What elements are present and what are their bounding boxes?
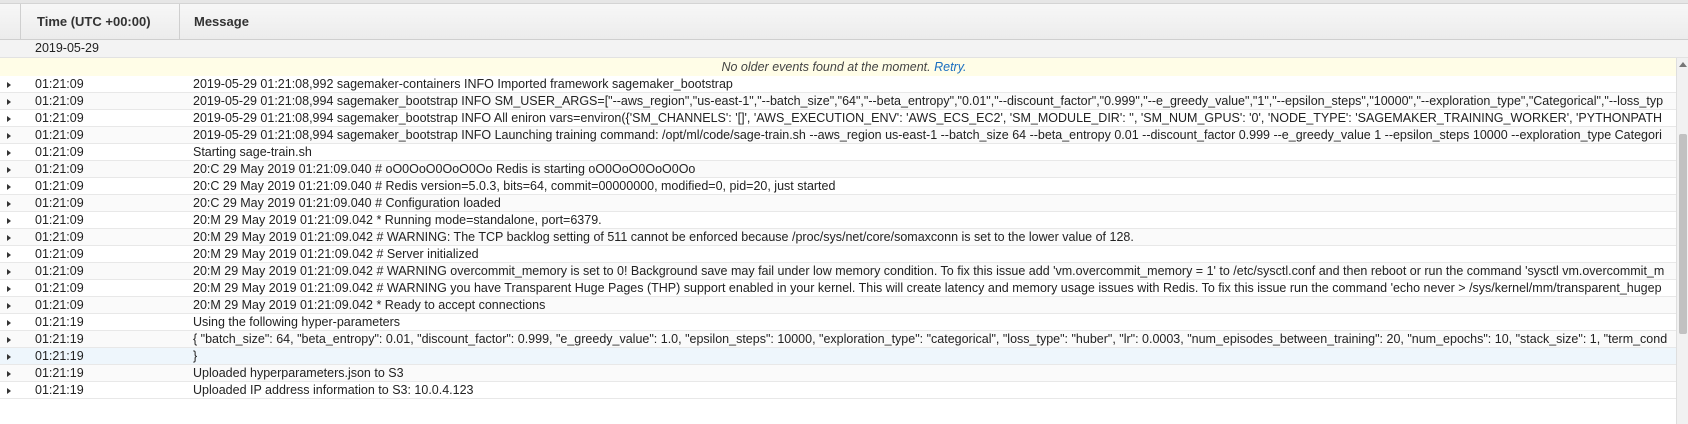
expand-caret-icon[interactable]: [7, 371, 11, 377]
log-event-list: 01:21:09 2019-05-29 01:21:08,992 sagemake…: [0, 76, 1676, 424]
event-time: 01:21:09: [35, 145, 84, 159]
event-message: Uploaded IP address information to S3: 1…: [193, 383, 474, 397]
expand-caret-icon[interactable]: [7, 99, 11, 105]
log-event-row[interactable]: 01:21:09 20:C 29 May 2019 01:21:09.040 # …: [0, 178, 1676, 195]
expand-caret-icon[interactable]: [7, 303, 11, 309]
scroll-up-arrow-icon[interactable]: [1679, 62, 1687, 67]
event-time: 01:21:09: [35, 196, 84, 210]
event-time: 01:21:19: [35, 366, 84, 380]
event-time: 01:21:09: [35, 77, 84, 91]
event-time: 01:21:09: [35, 179, 84, 193]
log-event-row[interactable]: 01:21:09 20:M 29 May 2019 01:21:09.042 * …: [0, 297, 1676, 314]
log-event-row[interactable]: 01:21:19 { "batch_size": 64, "beta_entrop…: [0, 331, 1676, 348]
event-time: 01:21:09: [35, 298, 84, 312]
expand-caret-icon[interactable]: [7, 133, 11, 139]
event-time: 01:21:19: [35, 315, 84, 329]
expand-caret-icon[interactable]: [7, 167, 11, 173]
event-time: 01:21:09: [35, 111, 84, 125]
notice-text: No older events found at the moment.: [721, 60, 931, 74]
event-time: 01:21:09: [35, 94, 84, 108]
event-time: 01:21:09: [35, 247, 84, 261]
log-event-row[interactable]: 01:21:09 Starting sage-train.sh: [0, 144, 1676, 161]
expand-caret-icon[interactable]: [7, 201, 11, 207]
log-event-row[interactable]: 01:21:09 20:M 29 May 2019 01:21:09.042 # …: [0, 246, 1676, 263]
table-header: Time (UTC +00:00) Message: [0, 4, 1688, 40]
expand-caret-icon[interactable]: [7, 252, 11, 258]
event-message: 20:C 29 May 2019 01:21:09.040 # oO0OoO0O…: [193, 162, 696, 176]
event-time: 01:21:09: [35, 264, 84, 278]
log-event-row[interactable]: 01:21:09 2019-05-29 01:21:08,994 sagemake…: [0, 110, 1676, 127]
log-event-row[interactable]: 01:21:09 20:M 29 May 2019 01:21:09.042 # …: [0, 229, 1676, 246]
event-message: 20:C 29 May 2019 01:21:09.040 # Redis ve…: [193, 179, 836, 193]
event-time: 01:21:09: [35, 213, 84, 227]
log-event-row[interactable]: 01:21:09 20:M 29 May 2019 01:21:09.042 * …: [0, 212, 1676, 229]
expand-caret-icon[interactable]: [7, 320, 11, 326]
event-message: 2019-05-29 01:21:08,994 sagemaker_bootst…: [193, 111, 1662, 125]
event-message: 20:C 29 May 2019 01:21:09.040 # Configur…: [193, 196, 501, 210]
log-event-row[interactable]: 01:21:09 20:C 29 May 2019 01:21:09.040 # …: [0, 161, 1676, 178]
event-time: 01:21:19: [35, 332, 84, 346]
column-divider[interactable]: [20, 4, 21, 39]
retry-link[interactable]: Retry.: [934, 60, 966, 74]
log-event-row[interactable]: 01:21:09 20:M 29 May 2019 01:21:09.042 # …: [0, 263, 1676, 280]
expand-caret-icon[interactable]: [7, 235, 11, 241]
expand-caret-icon[interactable]: [7, 269, 11, 275]
vertical-scrollbar[interactable]: [1676, 58, 1688, 424]
expand-caret-icon[interactable]: [7, 218, 11, 224]
event-message: 20:M 29 May 2019 01:21:09.042 * Running …: [193, 213, 602, 227]
expand-caret-icon[interactable]: [7, 337, 11, 343]
date-group-row: 2019-05-29: [0, 40, 1688, 58]
event-message: Uploaded hyperparameters.json to S3: [193, 366, 404, 380]
event-message: 20:M 29 May 2019 01:21:09.042 # WARNING …: [193, 281, 1662, 295]
expand-caret-icon[interactable]: [7, 184, 11, 190]
expand-caret-icon[interactable]: [7, 388, 11, 394]
expand-caret-icon[interactable]: [7, 150, 11, 156]
event-message: 2019-05-29 01:21:08,992 sagemaker-contai…: [193, 77, 733, 91]
column-divider[interactable]: [179, 4, 180, 39]
event-time: 01:21:19: [35, 383, 84, 397]
event-message: 2019-05-29 01:21:08,994 sagemaker_bootst…: [193, 128, 1662, 142]
log-event-row[interactable]: 01:21:09 2019-05-29 01:21:08,994 sagemake…: [0, 127, 1676, 144]
event-time: 01:21:09: [35, 281, 84, 295]
event-time: 01:21:09: [35, 162, 84, 176]
message-column-header[interactable]: Message: [194, 4, 249, 39]
log-event-row[interactable]: 01:21:19 Uploaded IP address information …: [0, 382, 1676, 399]
log-event-row[interactable]: 01:21:09 2019-05-29 01:21:08,992 sagemake…: [0, 76, 1676, 93]
event-time: 01:21:09: [35, 128, 84, 142]
log-event-row[interactable]: 01:21:19 Uploaded hyperparameters.json to…: [0, 365, 1676, 382]
log-event-row[interactable]: 01:21:09 2019-05-29 01:21:08,994 sagemake…: [0, 93, 1676, 110]
event-message: 20:M 29 May 2019 01:21:09.042 # WARNING …: [193, 264, 1665, 278]
event-message: 20:M 29 May 2019 01:21:09.042 # Server i…: [193, 247, 479, 261]
log-event-row[interactable]: 01:21:09 20:M 29 May 2019 01:21:09.042 # …: [0, 280, 1676, 297]
expand-caret-icon[interactable]: [7, 354, 11, 360]
event-message: 20:M 29 May 2019 01:21:09.042 # WARNING:…: [193, 230, 1134, 244]
date-group-label: 2019-05-29: [35, 41, 99, 55]
event-message: Using the following hyper-parameters: [193, 315, 401, 329]
expand-caret-icon[interactable]: [7, 116, 11, 122]
event-message: Starting sage-train.sh: [193, 145, 312, 159]
log-event-row[interactable]: 01:21:09 20:C 29 May 2019 01:21:09.040 # …: [0, 195, 1676, 212]
event-message: 2019-05-29 01:21:08,994 sagemaker_bootst…: [193, 94, 1664, 108]
time-column-header[interactable]: Time (UTC +00:00): [37, 4, 151, 39]
expand-caret-icon[interactable]: [7, 82, 11, 88]
event-message: }: [193, 349, 198, 363]
event-time: 01:21:19: [35, 349, 84, 363]
event-time: 01:21:09: [35, 230, 84, 244]
older-events-notice: No older events found at the moment. Ret…: [0, 58, 1688, 77]
log-event-row[interactable]: 01:21:19}: [0, 348, 1676, 365]
event-message: { "batch_size": 64, "beta_entropy": 0.01…: [193, 332, 1668, 346]
log-event-row[interactable]: 01:21:19 Using the following hyper-parame…: [0, 314, 1676, 331]
scrollbar-thumb[interactable]: [1679, 134, 1687, 334]
expand-caret-icon[interactable]: [7, 286, 11, 292]
event-message: 20:M 29 May 2019 01:21:09.042 * Ready to…: [193, 298, 546, 312]
